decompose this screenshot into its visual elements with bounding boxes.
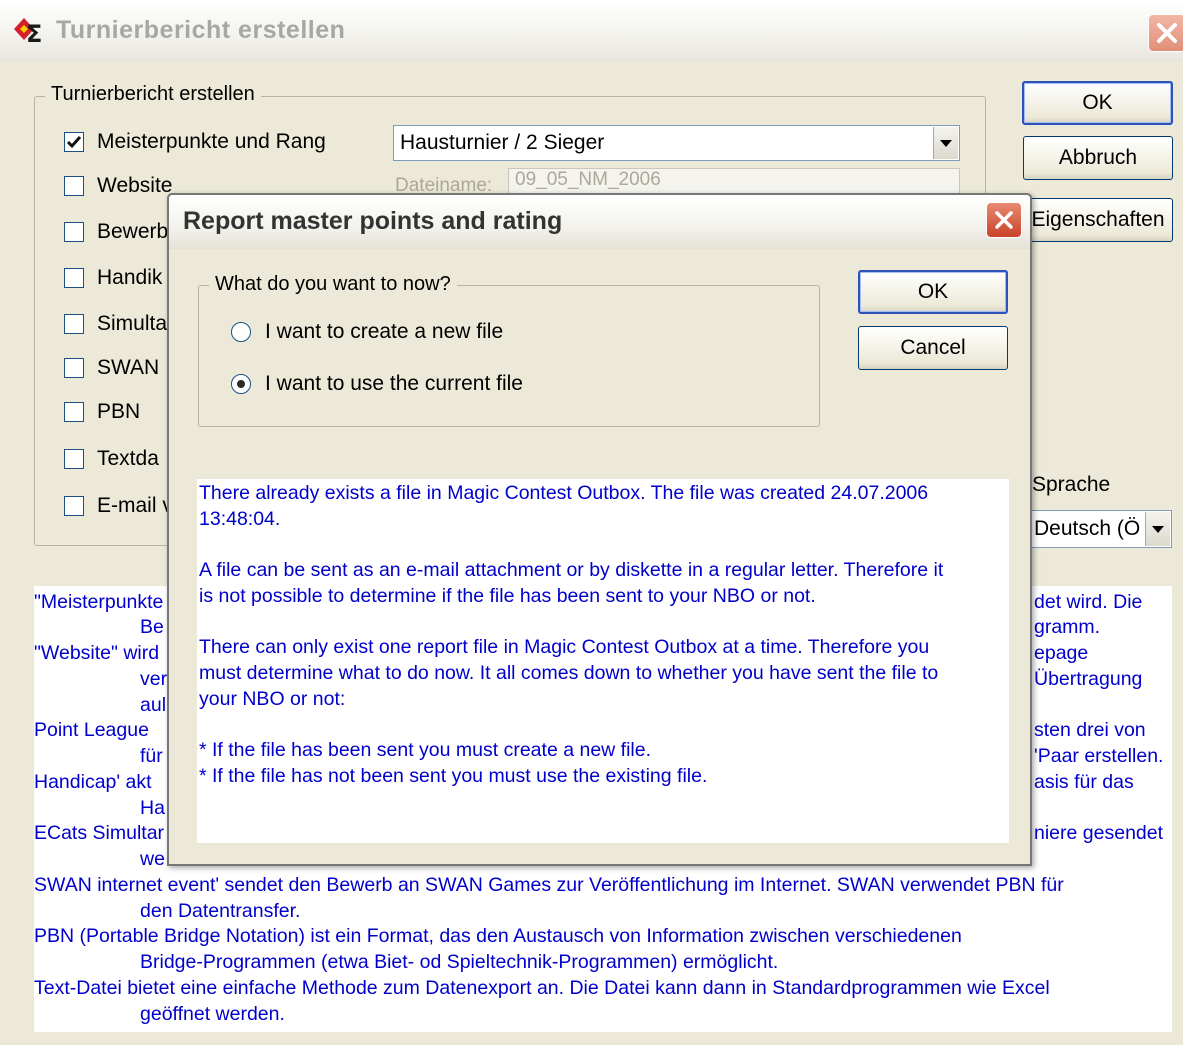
checkbox-label: Simulta bbox=[97, 312, 168, 335]
description-line: sten drei von bbox=[1034, 719, 1146, 741]
checkbox[interactable] bbox=[64, 268, 84, 288]
description-line: epage bbox=[1034, 642, 1089, 664]
checkbox[interactable] bbox=[64, 222, 84, 242]
dialog-close-button[interactable] bbox=[986, 202, 1022, 238]
description-line: "Meisterpunkte bbox=[34, 591, 164, 613]
message-line: is not possible to determine if the file… bbox=[199, 585, 816, 607]
checkbox[interactable] bbox=[64, 176, 84, 196]
description-line: Übertragung bbox=[1034, 668, 1143, 690]
close-icon bbox=[1157, 23, 1177, 43]
checkbox[interactable] bbox=[64, 358, 84, 378]
checkbox-label: Website bbox=[97, 174, 173, 197]
report-dialog: Report master points and rating What do … bbox=[167, 193, 1032, 866]
checkbox-option[interactable]: Website bbox=[64, 172, 172, 200]
message-line: your NBO or not: bbox=[199, 688, 346, 710]
checkbox-label: PBN bbox=[97, 400, 141, 423]
cancel-button[interactable]: Abbruch bbox=[1023, 136, 1173, 180]
report-options-legend: Turnierbericht erstellen bbox=[45, 83, 261, 106]
message-line: * If the file has not been sent you must… bbox=[199, 765, 708, 787]
checkbox-option[interactable]: PBN bbox=[64, 398, 140, 426]
window-close-button[interactable] bbox=[1148, 14, 1183, 52]
checkbox[interactable] bbox=[64, 314, 84, 334]
checkbox-option[interactable]: Handik bbox=[64, 264, 162, 292]
description-line: aul bbox=[140, 694, 167, 716]
description-line: Ha bbox=[140, 797, 165, 819]
app-sigma-icon: Σ bbox=[14, 18, 42, 44]
description-line: asis für das bbox=[1034, 771, 1134, 793]
dialog-cancel-button[interactable]: Cancel bbox=[858, 326, 1008, 370]
description-line: Be bbox=[140, 616, 164, 638]
description-line: "Website" wird bbox=[34, 642, 160, 664]
dialog-ok-button[interactable]: OK bbox=[858, 270, 1008, 314]
dialog-message-box: There already exists a file in Magic Con… bbox=[197, 479, 1009, 843]
tournament-type-value: Hausturnier / 2 Sieger bbox=[400, 131, 605, 154]
language-label: Sprache bbox=[1032, 473, 1111, 496]
message-line: must determine what to do now. It all co… bbox=[199, 662, 939, 684]
checkbox-option[interactable]: SWAN bbox=[64, 354, 159, 382]
window-title: Turnierbericht erstellen bbox=[56, 16, 346, 44]
dialog-options-group bbox=[198, 285, 820, 427]
description-line: ECats Simultar bbox=[34, 822, 165, 844]
tournament-type-select[interactable]: Hausturnier / 2 Sieger bbox=[393, 125, 960, 161]
checkbox-option[interactable]: Bewerb bbox=[64, 218, 168, 246]
radio-option[interactable]: I want to create a new file bbox=[231, 317, 503, 347]
description-line: we bbox=[140, 848, 165, 870]
close-icon bbox=[995, 211, 1013, 229]
description-line: geöffnet werden. bbox=[140, 1003, 285, 1025]
description-line: Bridge-Programmen (etwa Biet- od Spielte… bbox=[140, 951, 779, 973]
chevron-down-icon bbox=[940, 139, 952, 147]
checkbox[interactable] bbox=[64, 496, 84, 516]
dropdown-button[interactable] bbox=[1145, 512, 1170, 546]
description-line: Handicap' akt bbox=[34, 771, 152, 793]
checkbox-label: Bewerb bbox=[97, 220, 169, 243]
message-line: 13:48:04. bbox=[199, 508, 281, 530]
checkbox-label: Handik bbox=[97, 266, 163, 289]
description-line: Point League bbox=[34, 719, 149, 741]
checkbox[interactable] bbox=[64, 449, 84, 469]
checkbox[interactable] bbox=[64, 402, 84, 422]
svg-text:Σ: Σ bbox=[26, 20, 42, 44]
message-line: There already exists a file in Magic Con… bbox=[199, 482, 929, 504]
message-line: * If the file has been sent you must cre… bbox=[199, 739, 652, 761]
description-line: SWAN internet event' sendet den Bewerb a… bbox=[34, 874, 1064, 896]
radio-label: I want to create a new file bbox=[265, 320, 504, 343]
radio-option[interactable]: I want to use the current file bbox=[231, 369, 523, 399]
dialog-title-bar: Report master points and rating bbox=[169, 195, 1030, 249]
description-line: Text-Datei bietet eine einfache Methode … bbox=[34, 977, 1050, 999]
checkbox-option[interactable]: Textda bbox=[64, 445, 159, 473]
radio-button-selected[interactable] bbox=[231, 374, 251, 394]
checkbox-option[interactable]: E-mail v bbox=[64, 492, 173, 520]
message-line: There can only exist one report file in … bbox=[199, 636, 930, 658]
checkbox-label: SWAN bbox=[97, 356, 160, 379]
language-value: Deutsch (Ö bbox=[1034, 517, 1141, 540]
checkbox-option[interactable]: Simulta bbox=[64, 310, 167, 338]
description-line: det wird. Die bbox=[1034, 591, 1143, 613]
description-line: niere gesendet bbox=[1034, 822, 1164, 844]
checkbox-label: Textda bbox=[97, 447, 159, 470]
description-line: ver bbox=[140, 668, 168, 690]
checkbox-option[interactable]: Meisterpunkte und Rang bbox=[64, 128, 326, 156]
checkbox-label: Meisterpunkte und Rang bbox=[97, 130, 326, 153]
description-line: den Datentransfer. bbox=[140, 900, 301, 922]
filename-value: 09_05_NM_2006 bbox=[515, 169, 661, 190]
language-select[interactable]: Deutsch (Ö bbox=[1030, 510, 1172, 548]
radio-button[interactable] bbox=[231, 322, 251, 342]
description-line: 'Paar erstellen. bbox=[1034, 745, 1164, 767]
description-line: PBN (Portable Bridge Notation) ist ein F… bbox=[34, 925, 962, 947]
description-line: gramm. bbox=[1034, 616, 1101, 638]
radio-label: I want to use the current file bbox=[265, 372, 523, 395]
chevron-down-icon bbox=[1152, 525, 1164, 533]
title-bar: Σ Turnierbericht erstellen bbox=[0, 0, 1183, 62]
checkbox-label: E-mail v bbox=[97, 494, 173, 517]
properties-button[interactable]: Eigenschaften bbox=[1023, 198, 1173, 242]
ok-button[interactable]: OK bbox=[1022, 81, 1173, 125]
checkmark-icon bbox=[66, 136, 82, 149]
checkbox[interactable] bbox=[64, 132, 84, 152]
dialog-title: Report master points and rating bbox=[183, 207, 563, 235]
dropdown-button[interactable] bbox=[933, 127, 958, 159]
message-line: A file can be sent as an e-mail attachme… bbox=[199, 559, 944, 581]
dialog-options-legend: What do you want to now? bbox=[209, 273, 457, 296]
description-line: für bbox=[140, 745, 163, 767]
filename-field[interactable]: 09_05_NM_2006 bbox=[508, 168, 960, 196]
